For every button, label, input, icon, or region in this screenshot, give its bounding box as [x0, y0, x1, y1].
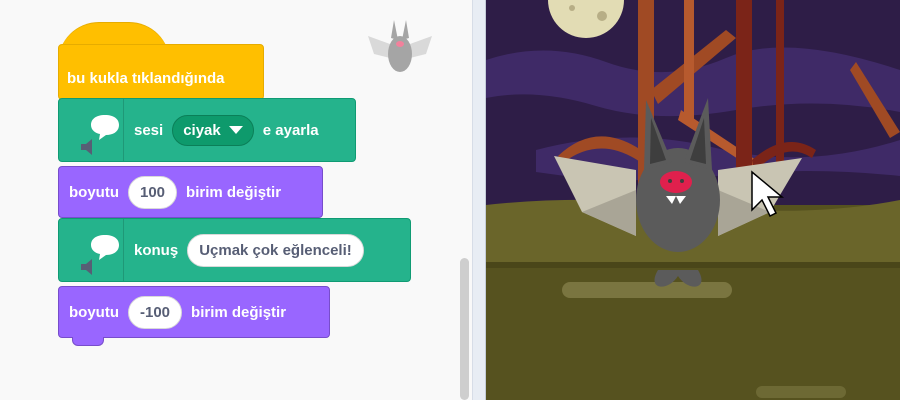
say-block[interactable]: konuş Uçmak çok eğlenceli!: [58, 218, 411, 282]
change-size-block[interactable]: boyutu 100 birim değiştir: [58, 166, 323, 218]
size-change-input[interactable]: 100: [128, 175, 178, 209]
sprite-bat-thumbnail: [368, 20, 432, 72]
size-block-prefix: boyutu: [69, 303, 119, 321]
block-notch: [72, 337, 104, 346]
code-area-scrollbar[interactable]: [460, 258, 469, 400]
say-block-prefix: konuş: [134, 241, 179, 259]
when-sprite-clicked-block[interactable]: bu kukla tıklandığında: [58, 44, 264, 100]
size-block-suffix: birim değiştir: [191, 303, 287, 321]
size-block-suffix: birim değiştir: [186, 183, 282, 201]
sound-block-suffix: e ayarla: [262, 121, 319, 139]
panel-divider: [472, 0, 486, 400]
hat-block-label: bu kukla tıklandığında: [67, 69, 225, 87]
sound-dropdown[interactable]: ciyak: [172, 114, 254, 146]
size-change-input[interactable]: -100: [128, 295, 183, 329]
code-area[interactable]: bu kukla tıklandığında sesi ciyak e ayar…: [0, 0, 472, 400]
stage[interactable]: [486, 0, 900, 400]
stage-backdrop: [486, 0, 900, 400]
speaker-icon: [81, 259, 92, 275]
sound-block-prefix: sesi: [134, 121, 164, 139]
set-sound-block[interactable]: sesi ciyak e ayarla: [58, 98, 356, 162]
say-text-input[interactable]: Uçmak çok eğlenceli!: [187, 233, 364, 267]
extension-icon: [67, 99, 124, 161]
size-block-prefix: boyutu: [69, 183, 119, 201]
change-size-block[interactable]: boyutu -100 birim değiştir: [58, 286, 330, 338]
speaker-icon: [81, 139, 92, 155]
extension-icon: [67, 219, 124, 281]
sound-dropdown-value: ciyak: [183, 121, 221, 139]
dropdown-caret-icon: [228, 126, 243, 134]
